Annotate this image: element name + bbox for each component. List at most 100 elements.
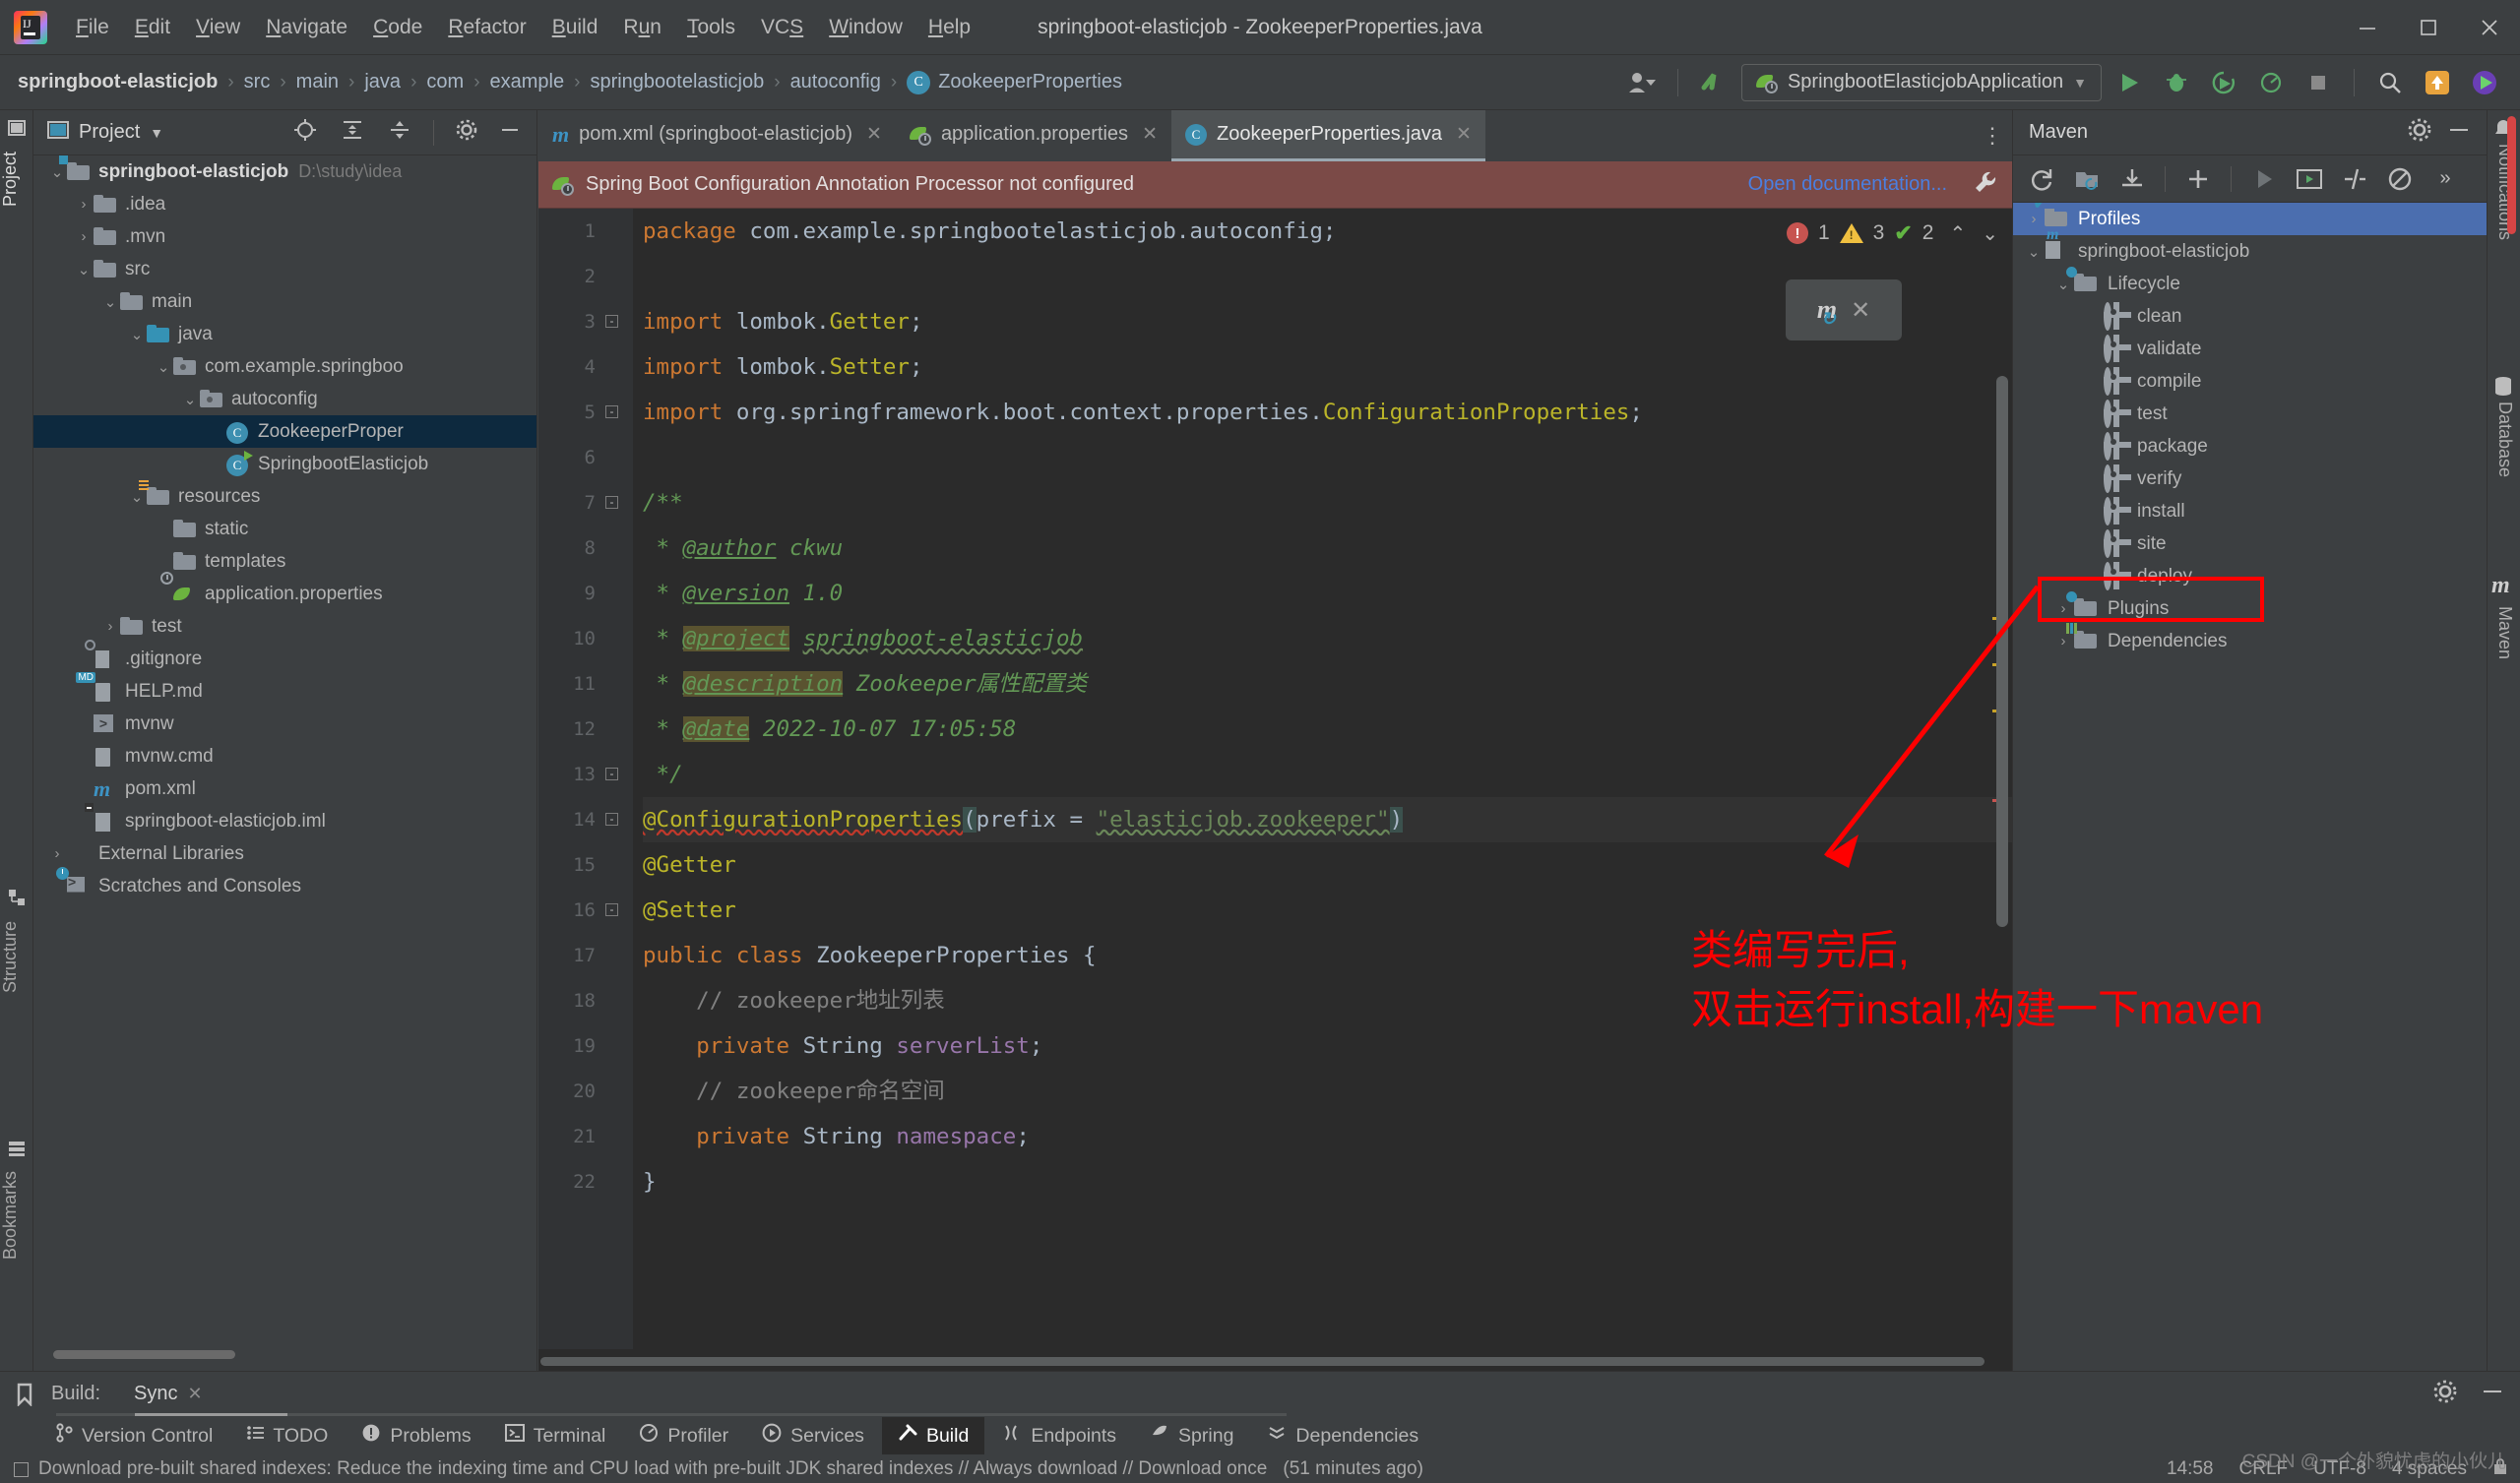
tree-item-test[interactable]: › test [33,610,536,643]
maven-tree-item-lifecycle[interactable]: ⌄ Lifecycle [2013,266,2487,300]
menu-refactor[interactable]: Refactor [435,10,538,45]
maven-tree-item-springboot-elasticjob[interactable]: ⌄ m springboot-elasticjob [2013,226,2487,268]
breadcrumb-item-5[interactable]: example [490,71,565,93]
tool-window-services[interactable]: Services [746,1417,880,1454]
code-fold-icon[interactable]: - [605,315,619,329]
bookmark-icon[interactable] [12,1383,37,1406]
tree-expand-arrow-icon[interactable]: ⌄ [2052,276,2074,293]
tool-window-todo[interactable]: TODO [230,1418,344,1453]
inspection-widget[interactable]: ! 1 3 ✔ 2 ⌃ ⌄ [1786,220,1998,246]
tree-expand-arrow-icon[interactable]: ⌄ [127,326,147,343]
menu-file[interactable]: File [63,10,122,45]
maven-tree-item-validate[interactable]: validate [2013,333,2487,365]
maven-reload-icon[interactable]: m [1817,295,1837,330]
open-documentation-link[interactable]: Open documentation... [1748,173,1947,196]
editor-hscrollbar-thumb[interactable] [540,1357,1985,1366]
sidebar-item-project[interactable]: Project [0,142,33,216]
maven-tree-item-clean[interactable]: clean [2013,300,2487,333]
menu-edit[interactable]: Edit [122,10,183,45]
gear-icon[interactable] [2408,118,2431,147]
tree-item-springboot-elasticjob-iml[interactable]: springboot-elasticjob.iml [33,802,536,837]
tree-item-help-md[interactable]: MD HELP.md [33,671,536,708]
hide-panel-icon[interactable] [2447,119,2471,146]
expand-all-icon[interactable] [341,118,364,147]
tree-expand-arrow-icon[interactable]: ⌄ [180,391,200,408]
close-icon[interactable]: ✕ [1851,296,1870,325]
maven-tree-item-plugins[interactable]: › Plugins [2013,590,2487,625]
reload-icon[interactable] [2021,159,2062,199]
maven-tree-item-compile[interactable]: compile [2013,365,2487,398]
build-sync-tab[interactable]: Sync [134,1383,177,1405]
tree-expand-arrow-icon[interactable]: ⌄ [2023,243,2045,261]
update-project-icon[interactable] [2418,63,2457,102]
minimize-button[interactable] [2337,0,2398,55]
tool-window-dependencies[interactable]: Dependencies [1251,1417,1434,1454]
maven-reload-popup[interactable]: m ✕ [1786,279,1902,340]
tree-expand-arrow-icon[interactable]: › [74,196,94,213]
tree-expand-arrow-icon[interactable]: › [100,618,120,635]
tool-window-terminal[interactable]: Terminal [489,1417,622,1454]
maximize-button[interactable] [2398,0,2459,55]
user-avatar-icon[interactable] [1622,63,1662,102]
maven-tree-item-deploy[interactable]: deploy [2013,560,2487,592]
sidebar-item-structure[interactable]: Structure [0,911,33,1003]
tree-expand-arrow-icon[interactable]: ⌄ [127,488,147,506]
tool-window-endpoints[interactable]: Endpoints [986,1417,1132,1454]
tree-item-mvnw-cmd[interactable]: mvnw.cmd [33,740,536,772]
tree-expand-arrow-icon[interactable]: ⌄ [47,163,67,181]
close-icon[interactable]: ✕ [1456,123,1472,146]
code-fold-icon[interactable]: - [605,405,619,419]
tree-item-springbootelasticjob[interactable]: C SpringbootElasticjob [33,448,536,480]
menu-window[interactable]: Window [816,10,915,45]
tree-item-scratches-and-consoles[interactable]: Scratches and Consoles [33,866,536,902]
tree-item-application-properties[interactable]: application.properties [33,571,536,610]
breadcrumb-item-3[interactable]: java [364,71,401,93]
tool-window-profiler[interactable]: Profiler [623,1417,744,1454]
menu-bar[interactable]: File Edit View Navigate Code Refactor Bu… [63,10,983,45]
profile-button[interactable] [2251,63,2291,102]
plus-icon[interactable] [2177,159,2219,199]
breadcrumb-item-6[interactable]: springbootelasticjob [590,71,764,93]
tree-expand-arrow-icon[interactable]: ⌄ [154,358,173,376]
code-fold-icon[interactable]: - [605,496,619,510]
breadcrumb-item-0[interactable]: springboot-elasticjob [18,71,218,93]
maven-tree-item-verify[interactable]: verify [2013,463,2487,495]
close-icon[interactable]: ✕ [1142,123,1158,146]
maven-tree-item-test[interactable]: test [2013,398,2487,430]
tree-item-resources[interactable]: ⌄ resources [33,479,536,513]
menu-build[interactable]: Build [539,10,611,45]
breadcrumb[interactable]: springboot-elasticjob › src › main › jav… [0,70,1122,94]
tree-expand-arrow-icon[interactable]: ⌄ [100,293,120,311]
previous-problem-icon[interactable]: ⌃ [1949,221,1966,246]
tree-expand-arrow-icon[interactable]: › [2023,211,2045,227]
more-icon[interactable]: » [2425,159,2466,199]
debug-button[interactable] [2157,63,2196,102]
next-problem-icon[interactable]: ⌄ [1982,221,1998,246]
close-icon[interactable]: ✕ [188,1384,203,1404]
chevron-down-icon[interactable]: ▼ [150,125,163,141]
tree-item-pom-xml[interactable]: m pom.xml [33,772,536,805]
tree-item-mvn[interactable]: › .mvn [33,220,536,253]
tree-item-zookeeperproper[interactable]: C ZookeeperProper [33,415,536,448]
run-with-coverage-button[interactable] [2204,63,2243,102]
editor-tab-zookeeperproperties[interactable]: C ZookeeperProperties.java ✕ [1170,110,1485,161]
hide-panel-icon[interactable] [2481,1381,2504,1407]
maven-tree-item-site[interactable]: site [2013,527,2487,560]
menu-help[interactable]: Help [915,10,983,45]
tree-item-external-libraries[interactable]: › External Libraries [33,837,536,870]
close-button[interactable] [2459,0,2520,55]
run-button[interactable] [2110,63,2149,102]
tool-window-spring[interactable]: Spring [1134,1417,1249,1454]
sidebar-item-bookmarks[interactable]: Bookmarks [0,1161,33,1269]
maven-tree-item-dependencies[interactable]: › Dependencies [2013,622,2487,657]
maven-tree-item-install[interactable]: install [2013,495,2487,527]
project-hscrollbar-thumb[interactable] [53,1350,235,1359]
tree-item-springboot-elasticjob[interactable]: ⌄ springboot-elasticjob D:\study\idea [33,155,536,188]
tree-item-main[interactable]: ⌄ main [33,285,536,318]
tree-expand-arrow-icon[interactable]: ⌄ [74,261,94,278]
tool-window-problems[interactable]: Problems [346,1417,486,1454]
plugin-icon[interactable] [2465,63,2504,102]
code-fold-icon[interactable]: - [605,813,619,827]
breadcrumb-item-4[interactable]: com [426,71,464,93]
stop-button[interactable] [2299,63,2338,102]
